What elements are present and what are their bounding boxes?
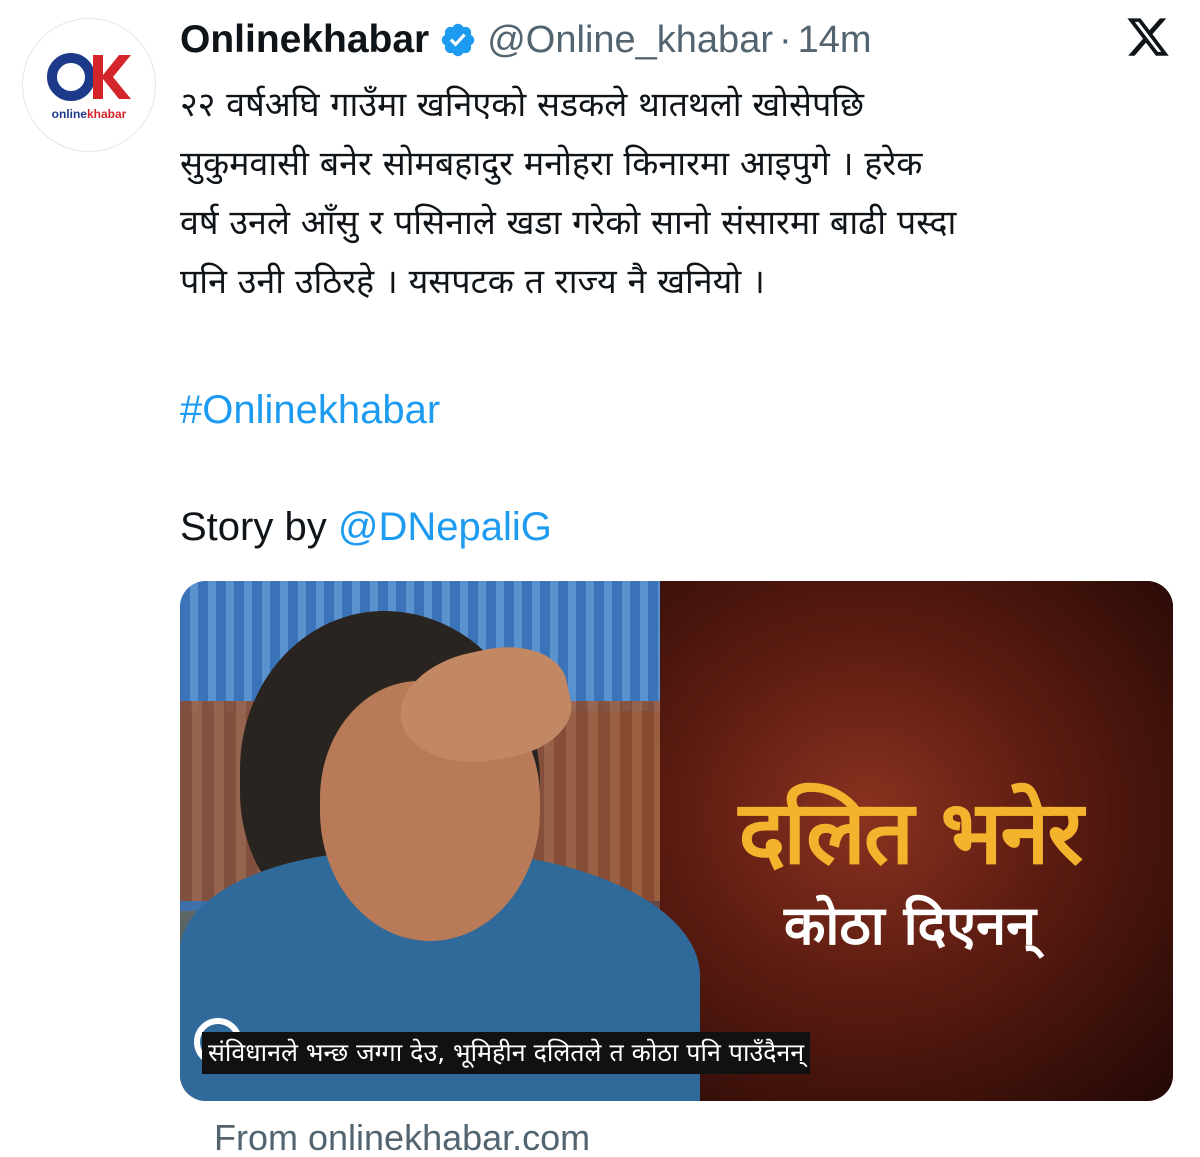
card-subhead: कोठा दिएनन् (783, 894, 1037, 957)
account-name[interactable]: Onlinekhabar (180, 18, 429, 62)
account-handle[interactable]: @Online_khabar (487, 19, 773, 62)
avatar[interactable]: onlinekhabar (22, 18, 156, 152)
avatar-wordmark: onlinekhabar (52, 107, 127, 121)
avatar-wordmark-part1: online (51, 107, 87, 121)
verified-badge-icon (442, 23, 475, 57)
avatar-wordmark-part2: khabar (86, 107, 127, 121)
card-caption: संविधानले भन्छ जग्गा देउ, भूमिहीन दलितले… (202, 1032, 811, 1074)
tweet-timestamp[interactable]: 14m (798, 19, 872, 62)
story-credit: Story by @DNepaliG (180, 505, 552, 550)
card-headline: दलित भनेर (738, 781, 1084, 884)
hashtag-link[interactable]: #Onlinekhabar (180, 388, 440, 433)
story-prefix: Story by (180, 505, 338, 549)
story-mention-link[interactable]: @DNepaliG (338, 505, 552, 549)
tweet-text: २२ वर्षअघि गाउँमा खनिएको सडकले थातथलो खो… (180, 85, 957, 302)
separator-dot: · (778, 18, 792, 61)
x-logo-icon[interactable] (1124, 14, 1172, 60)
link-card[interactable]: दलित भनेर कोठा दिएनन् संविधानले भन्छ जग्… (180, 581, 1173, 1101)
card-source-link[interactable]: From onlinekhabar.com (214, 1117, 590, 1157)
onlinekhabar-logo-icon (47, 53, 131, 101)
tweet-header: Onlinekhabar @Online_khabar · 14m (180, 14, 872, 66)
